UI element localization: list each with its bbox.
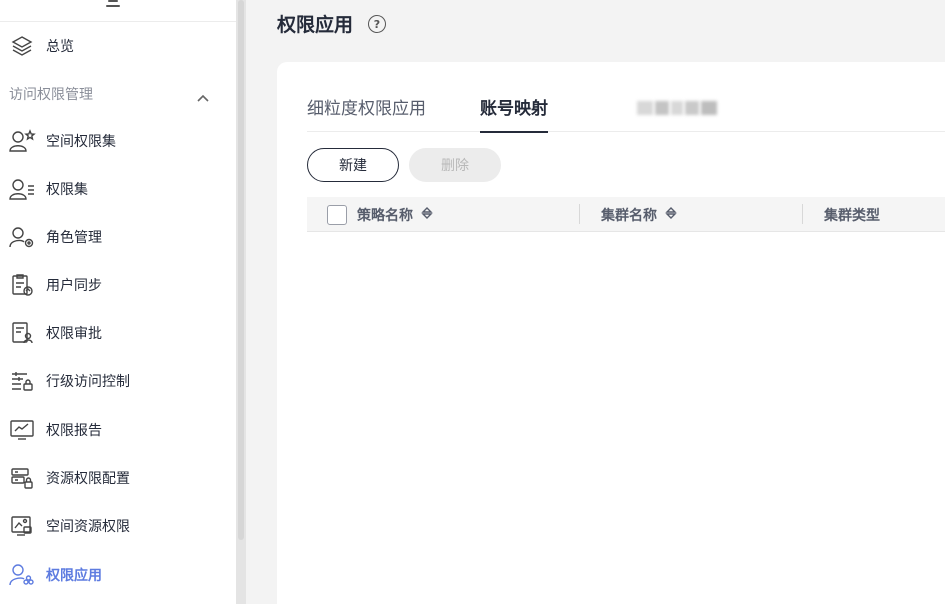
document-user-icon	[8, 319, 36, 347]
sidebar-item-row-access-control[interactable]: 行级访问控制	[0, 361, 236, 401]
row-lock-icon	[8, 367, 36, 395]
sidebar: 总览 访问权限管理 空间权限集 权限集 角色管理 用户同步 权限审批 行级访问控…	[0, 0, 236, 604]
clipboard-sync-icon	[8, 271, 36, 299]
sidebar-item-label: 权限应用	[46, 568, 102, 584]
column-separator[interactable]	[802, 204, 803, 224]
tab-blurred[interactable]	[637, 94, 719, 122]
sort-icon[interactable]	[665, 206, 677, 224]
sidebar-item-permission-report[interactable]: 权限报告	[0, 410, 236, 450]
sidebar-item-resource-permission-config[interactable]: 资源权限配置	[0, 458, 236, 498]
column-header-label: 集群类型	[824, 208, 880, 224]
sidebar-item-label: 空间资源权限	[46, 519, 130, 535]
layers-icon	[8, 32, 36, 60]
scrollbar-thumb[interactable]	[238, 0, 244, 540]
tab-account-mapping[interactable]: 账号映射	[480, 94, 548, 133]
delete-button[interactable]: 删除	[409, 148, 501, 182]
select-all-checkbox[interactable]	[327, 205, 347, 225]
sidebar-item-label: 权限集	[46, 182, 88, 198]
user-gear-icon	[8, 223, 36, 251]
column-cluster-name: 集群名称	[601, 205, 677, 225]
sidebar-item-permission-set[interactable]: 权限集	[0, 169, 236, 209]
sidebar-item-role-management[interactable]: 角色管理	[0, 217, 236, 257]
image-lock-icon	[8, 512, 36, 540]
sidebar-item-label: 权限审批	[46, 326, 102, 342]
content-card: 细粒度权限应用 账号映射 新建 删除 策略名称 集群名称 集群类型	[277, 62, 945, 604]
user-apps-icon	[8, 561, 36, 589]
sidebar-item-space-resource-permission[interactable]: 空间资源权限	[0, 506, 236, 546]
column-policy-name: 策略名称	[357, 205, 433, 225]
column-cluster-type: 集群类型	[824, 205, 880, 225]
user-list-icon	[8, 175, 36, 203]
tab-bar: 细粒度权限应用 账号映射	[307, 94, 945, 133]
sidebar-item-label: 行级访问控制	[46, 374, 130, 390]
sidebar-item-label: 空间权限集	[46, 134, 116, 150]
sort-icon[interactable]	[421, 206, 433, 224]
column-header-label: 集群名称	[601, 208, 657, 224]
sidebar-item-label: 角色管理	[46, 230, 102, 246]
sidebar-collapse-bar[interactable]	[0, 0, 236, 22]
column-separator[interactable]	[579, 204, 580, 224]
sidebar-item-label: 权限报告	[46, 423, 102, 439]
sidebar-item-space-permission-set[interactable]: 空间权限集	[0, 121, 236, 161]
sidebar-item-user-sync[interactable]: 用户同步	[0, 265, 236, 305]
collapse-menu-icon[interactable]	[105, 0, 121, 10]
sidebar-group-access-management[interactable]: 访问权限管理	[0, 74, 236, 114]
sidebar-item-label: 资源权限配置	[46, 471, 130, 487]
chevron-up-icon[interactable]	[196, 88, 210, 107]
sidebar-scrollbar[interactable]	[236, 0, 246, 604]
sidebar-item-label: 总览	[46, 39, 74, 55]
table-header: 策略名称 集群名称 集群类型	[307, 197, 945, 232]
column-header-label: 策略名称	[357, 208, 413, 224]
new-button[interactable]: 新建	[307, 148, 399, 182]
sidebar-item-permission-approval[interactable]: 权限审批	[0, 313, 236, 353]
server-lock-icon	[8, 464, 36, 492]
sidebar-item-label: 用户同步	[46, 278, 102, 294]
sidebar-item-permission-application[interactable]: 权限应用	[0, 555, 236, 595]
tab-fine-grained-permission[interactable]: 细粒度权限应用	[307, 94, 426, 132]
help-icon[interactable]: ?	[368, 15, 386, 33]
user-star-icon	[8, 127, 36, 155]
page-title: 权限应用	[277, 14, 354, 36]
sidebar-group-label: 访问权限管理	[9, 87, 93, 103]
monitor-chart-icon	[8, 416, 36, 444]
sidebar-item-overview[interactable]: 总览	[0, 26, 236, 66]
